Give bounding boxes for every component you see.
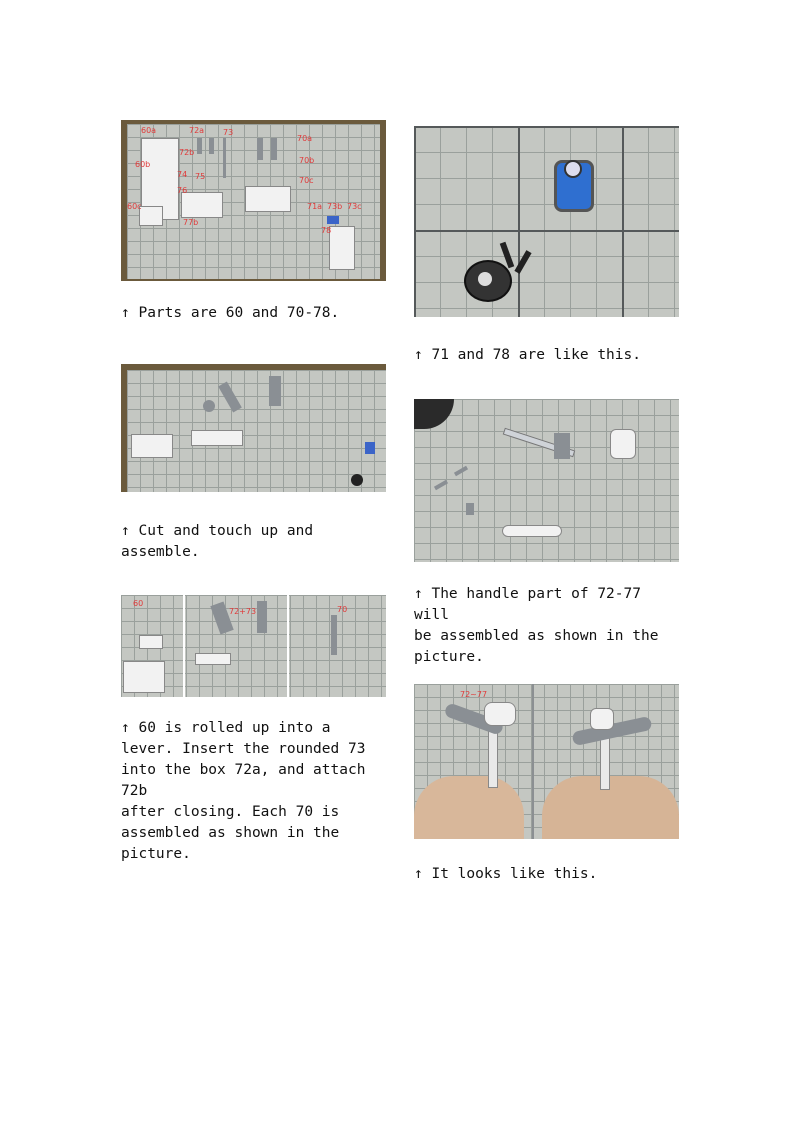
part-label: 72~77	[460, 690, 488, 699]
part-label: 73	[223, 128, 234, 137]
part-label: 72a	[189, 126, 205, 135]
cut-parts-photo	[121, 364, 386, 492]
handle-part-photo	[414, 399, 679, 562]
assembly-triptych-photo: 60 72+73 70	[121, 595, 386, 697]
part-label: 70c	[299, 176, 314, 185]
part-label: 60b	[135, 160, 151, 169]
caption-lever: ↑ 60 is rolled up into a lever. Insert t…	[121, 720, 366, 862]
part-label: 60a	[141, 126, 157, 135]
caption-71-78: ↑ 71 and 78 are like this.	[414, 347, 641, 363]
assembled-handle-photo: 72~77	[414, 684, 679, 839]
part-label: 70	[337, 605, 348, 614]
part-label: 78	[321, 226, 332, 235]
part-label: 77b	[183, 218, 199, 227]
caption-handle: ↑ The handle part of 72-77 will be assem…	[414, 586, 659, 665]
part-label: 60	[133, 599, 144, 608]
parts-71-78-photo	[414, 126, 679, 317]
part-label: 74	[177, 170, 188, 179]
part-label: 71a	[307, 202, 323, 211]
caption-parts: ↑ Parts are 60 and 70-78.	[121, 305, 340, 321]
part-label: 72b	[179, 148, 195, 157]
caption-cut: ↑ Cut and touch up and assemble.	[121, 523, 314, 560]
part-label: 70a	[297, 134, 313, 143]
part-label: 73c	[347, 202, 362, 211]
part-label: 70b	[299, 156, 315, 165]
part-label: 75	[195, 172, 206, 181]
part-label: 76	[177, 186, 188, 195]
caption-result: ↑ It looks like this.	[414, 866, 598, 882]
part-label: 73b	[327, 202, 343, 211]
part-label: 72+73	[229, 607, 257, 616]
part-label: 60c	[127, 202, 142, 211]
parts-layout-photo: 60a 72a 72b 73 70a 60b 70b 74 75 70c 76 …	[121, 120, 386, 281]
